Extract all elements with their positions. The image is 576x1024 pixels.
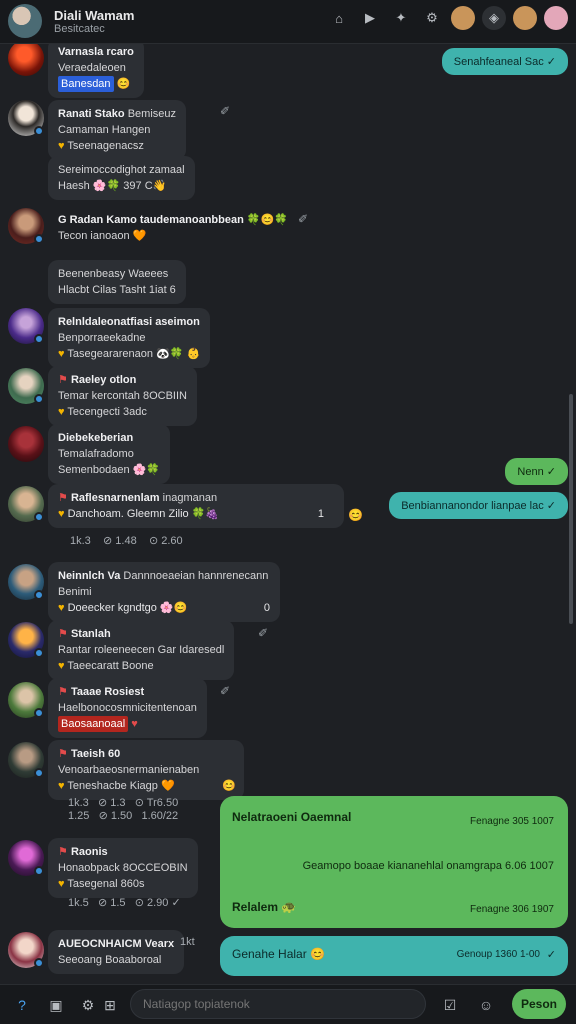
message-bubble[interactable]: ⚑ Stanlah Rantar roleeneecen Gar Idarese… bbox=[48, 620, 235, 680]
read-check-icon: ✓ bbox=[546, 466, 556, 478]
outgoing-message-long[interactable]: Nelatraoeni Oaemnal Fenagne 305 1007 Gea… bbox=[220, 796, 568, 928]
message-input[interactable] bbox=[130, 989, 426, 1019]
scrollbar[interactable] bbox=[569, 394, 573, 624]
message-bubble[interactable]: Varnasla rcaro Veraedaleoen Banesdan 😊 bbox=[48, 44, 144, 98]
message-bubble[interactable]: Ranati Stako Bemiseuz Camaman Hangen ♥ T… bbox=[48, 100, 186, 160]
chat-header: Diali Wamam Besitcatec ⌂ ▶ ✦ ⚙ ◈ bbox=[0, 0, 576, 44]
read-check-icon: ✓ bbox=[546, 949, 556, 961]
home-icon[interactable]: ⌂ bbox=[327, 6, 351, 30]
react-icon[interactable]: ✐ bbox=[298, 212, 308, 226]
react-icon[interactable]: ✐ bbox=[258, 626, 268, 640]
member-avatar-3[interactable] bbox=[544, 6, 568, 30]
contact-avatar[interactable] bbox=[8, 4, 42, 38]
sender-name: AUEOCNHAICM Vearx bbox=[58, 938, 175, 950]
member-avatar-2[interactable] bbox=[513, 6, 537, 30]
message-text: Veraedaleoen bbox=[58, 62, 126, 74]
message-meta: 1k.3 ⊘ 1.48 ⊙ 2.60 bbox=[70, 535, 183, 547]
read-check-icon: ✓ bbox=[546, 56, 556, 68]
message-text: Sereimoccodighot zamaal bbox=[58, 164, 185, 176]
message-bubble[interactable]: Diebekeberian Temalafradomo Semenbodaen … bbox=[48, 424, 171, 484]
sender-name: Taaae Rosiest bbox=[70, 686, 145, 698]
mention-tag[interactable]: Banesdan bbox=[58, 76, 114, 92]
sender-name: Stanlah bbox=[70, 628, 111, 640]
outgoing-message[interactable]: Nenn ✓ bbox=[505, 458, 568, 485]
message-bubble[interactable]: AUEOCNHAICM Vearx Seeoang Boaaboroal bbox=[48, 930, 185, 974]
sender-name: Neinnlch Va bbox=[58, 570, 121, 582]
tag-icon[interactable]: ✦ bbox=[389, 6, 413, 30]
message-bubble[interactable]: Sereimoccodighot zamaal Haesh 🌸🍀 397 C👋 bbox=[48, 156, 195, 200]
attach-icon[interactable]: ▣ bbox=[46, 995, 66, 1015]
shield-icon[interactable]: ◈ bbox=[482, 6, 506, 30]
sender-name: G Radan Kamo bbox=[58, 214, 137, 226]
react-icon[interactable]: ✐ bbox=[220, 684, 230, 698]
react-icon[interactable]: ✐ bbox=[220, 104, 230, 118]
help-icon[interactable]: ? bbox=[12, 995, 32, 1015]
message-meta: 1k.5 ⊘ 1.5 ⊙ 2.90 ✓ bbox=[68, 897, 181, 909]
read-check-icon: ✓ bbox=[546, 500, 556, 512]
online-indicator bbox=[34, 768, 44, 778]
sender-name: Taeish 60 bbox=[70, 748, 121, 760]
sender-name: Raflesnarnenlam bbox=[70, 492, 160, 504]
message-text: Beenenbeasy Waeees bbox=[58, 268, 169, 280]
header-actions: ⌂ ▶ ✦ ⚙ ◈ bbox=[327, 6, 568, 30]
emoji-icon[interactable]: ☺ bbox=[476, 995, 496, 1015]
sender-name: Raonis bbox=[70, 846, 108, 858]
message-bubble[interactable]: Relnldaleonatfiasi aseimon Benporraeekad… bbox=[48, 308, 211, 368]
online-indicator bbox=[34, 126, 44, 136]
sender-avatar[interactable] bbox=[8, 44, 44, 76]
online-indicator bbox=[34, 958, 44, 968]
send-button[interactable]: Peson bbox=[512, 989, 566, 1019]
message-bubble[interactable]: ⚑ Taaae Rosiest Haelbonocosmnicitentenoa… bbox=[48, 678, 207, 738]
online-indicator bbox=[34, 590, 44, 600]
sender-name: Raeley otlon bbox=[70, 374, 137, 386]
sender-avatar[interactable] bbox=[8, 426, 44, 462]
composer-bar: ? ▣ ⚙ ⊞ ☑ ☺ Peson bbox=[0, 984, 576, 1024]
message-bubble[interactable]: G Radan Kamo taudemanoanbbean 🍀😊🍀 Tecon … bbox=[48, 206, 298, 250]
online-indicator bbox=[34, 648, 44, 658]
message-bubble[interactable]: ⚑ Raonis Honaobpack 8OCCEOBIN ♥ Tasegena… bbox=[48, 838, 198, 898]
sender-name: Varnasla rcaro bbox=[58, 46, 134, 58]
message-text: Danchoam. Gleemn Zilio 🍀🍇 bbox=[67, 508, 220, 520]
online-indicator bbox=[34, 512, 44, 522]
online-indicator bbox=[34, 234, 44, 244]
sender-name: Ranati Stako bbox=[58, 108, 125, 120]
settings-icon[interactable]: ⚙ bbox=[78, 995, 98, 1015]
sender-name: Relnldaleonatfiasi aseimon bbox=[58, 316, 200, 328]
online-indicator bbox=[34, 866, 44, 876]
online-indicator bbox=[34, 708, 44, 718]
outgoing-message[interactable]: Genahe Halar 😊 Genoup 1360 1-00 ✓ bbox=[220, 936, 568, 976]
message-bubble[interactable]: Neinnlch Va Dannnoeaeian hannrenecann Be… bbox=[48, 562, 280, 622]
message-text: Camaman Hangen bbox=[58, 124, 151, 136]
check-box-icon[interactable]: ☑ bbox=[440, 995, 460, 1015]
message-bubble[interactable]: ⚑ Taeish 60 Venoarbaeosnermanienaben ♥ T… bbox=[48, 740, 244, 800]
sender-name: Diebekeberian bbox=[58, 432, 134, 444]
online-indicator bbox=[34, 394, 44, 404]
member-avatar-1[interactable] bbox=[451, 6, 475, 30]
contact-name[interactable]: Diali Wamam bbox=[54, 8, 134, 23]
outgoing-message[interactable]: Senahfeaneal Sac ✓ bbox=[441, 48, 568, 75]
message-bubble[interactable]: ⚑ Raflesnarnenlam inagmanan ♥ Danchoam. … bbox=[48, 484, 344, 528]
video-call-icon[interactable]: ▶ bbox=[358, 6, 382, 30]
message-meta: 1k.3 ⊘ 1.3 ⊙ Tr6.50 1.25 ⊘ 1.50 1.60/22 bbox=[68, 797, 179, 822]
outgoing-message[interactable]: Benbiannanondor lianpae lac ✓ bbox=[389, 492, 568, 519]
contact-status: Besitcatec bbox=[54, 23, 105, 35]
message-bubble[interactable]: ⚑ Raeley otlon Temar kercontah 8OCBIIN ♥… bbox=[48, 366, 197, 426]
grid-icon[interactable]: ⊞ bbox=[100, 995, 120, 1015]
mention-tag[interactable]: Baosaanoaal bbox=[58, 716, 129, 732]
message-bubble[interactable]: Beenenbeasy Waeees Hlacbt Cilas Tasht 1i… bbox=[48, 260, 186, 304]
online-indicator bbox=[34, 334, 44, 344]
message-list[interactable]: Varnasla rcaro Veraedaleoen Banesdan 😊 R… bbox=[0, 44, 576, 984]
settings-icon[interactable]: ⚙ bbox=[420, 6, 444, 30]
react-icon[interactable]: 😊 bbox=[348, 508, 363, 522]
